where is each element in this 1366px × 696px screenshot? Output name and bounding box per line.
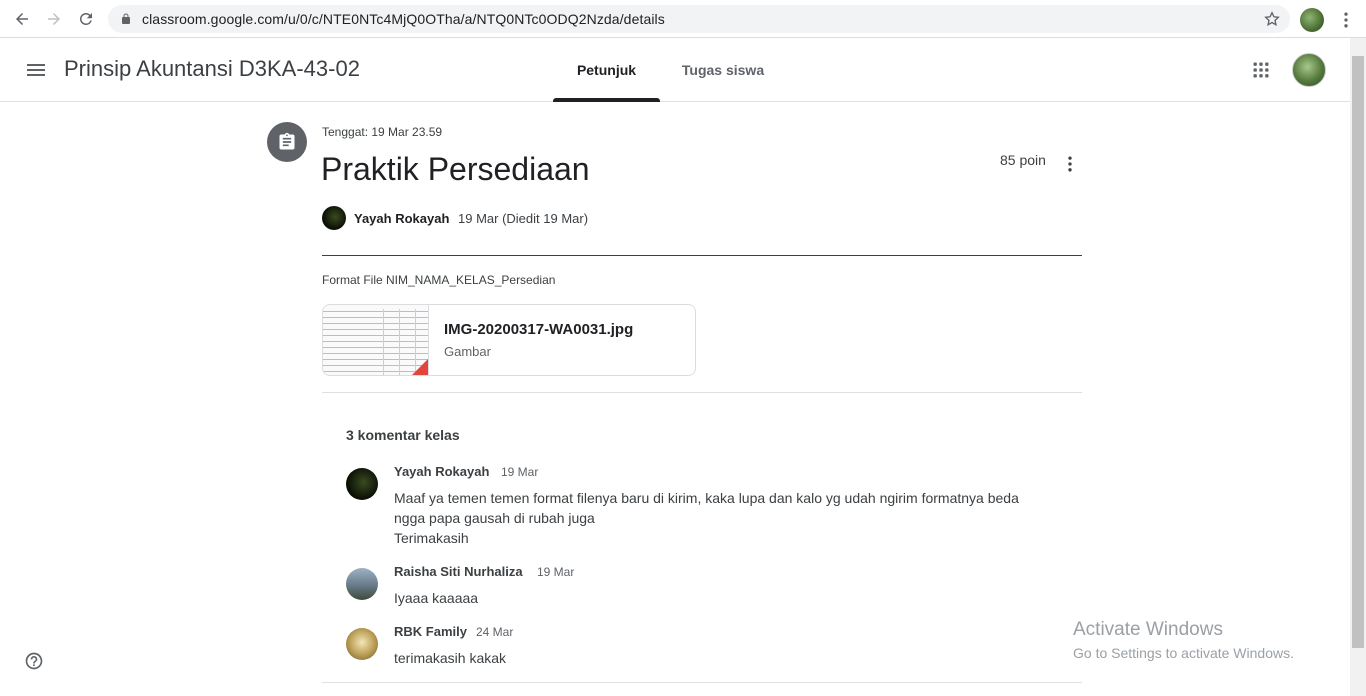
browser-menu-icon[interactable] bbox=[1336, 10, 1356, 30]
comment-line: Terimakasih bbox=[394, 530, 469, 546]
tab-instructions[interactable]: Petunjuk bbox=[553, 38, 660, 102]
image-file-icon bbox=[412, 359, 428, 375]
forward-button[interactable] bbox=[38, 3, 70, 35]
comment-text: Maaf ya temen temen format filenya baru … bbox=[394, 488, 1054, 548]
url-text[interactable]: classroom.google.com/u/0/c/NTE0NTc4MjQ0O… bbox=[142, 11, 665, 27]
lock-icon bbox=[122, 13, 130, 24]
back-button[interactable] bbox=[6, 3, 38, 35]
comment-line: Maaf ya temen temen format filenya baru … bbox=[394, 490, 1019, 506]
comment-date: 19 Mar bbox=[537, 565, 575, 579]
star-icon[interactable] bbox=[1264, 11, 1280, 27]
comment-item: Yayah Rokayah 19 Mar Maaf ya temen temen… bbox=[346, 464, 1066, 554]
more-vert-icon[interactable] bbox=[1060, 154, 1080, 174]
reload-icon bbox=[80, 12, 92, 25]
apps-grid-icon[interactable] bbox=[1251, 60, 1271, 80]
points-label: 85 poin bbox=[1000, 152, 1046, 168]
reload-button[interactable] bbox=[70, 3, 102, 35]
comment-author: Raisha Siti Nurhaliza bbox=[394, 564, 523, 579]
avatar bbox=[322, 206, 346, 230]
arrow-left-icon bbox=[16, 12, 28, 25]
attachment-type: Gambar bbox=[444, 344, 491, 359]
tab-label: Petunjuk bbox=[576, 62, 637, 78]
post-date: 19 Mar (Diedit 19 Mar) bbox=[458, 211, 589, 226]
section-divider bbox=[322, 392, 1082, 393]
avatar bbox=[346, 468, 378, 500]
comment-date: 24 Mar bbox=[476, 625, 514, 639]
watermark-title: Activate Windows bbox=[1073, 619, 1223, 640]
avatar bbox=[346, 628, 378, 660]
account-avatar[interactable] bbox=[1292, 53, 1326, 87]
comment-line: ngga papa gausah di rubah juga bbox=[394, 510, 595, 526]
instructions-text: Format File NIM_NAMA_KELAS_Persedian bbox=[322, 273, 556, 287]
hamburger-icon[interactable] bbox=[24, 58, 48, 82]
due-date: Tenggat: 19 Mar 23.59 bbox=[322, 125, 443, 139]
comment-text: Iyaaa kaaaaa bbox=[394, 588, 1054, 608]
comment-date: 19 Mar bbox=[501, 465, 539, 479]
windows-activation-watermark: Activate Windows Go to Settings to activ… bbox=[1073, 619, 1294, 661]
comment-line: terimakasih kakak bbox=[394, 650, 507, 666]
comment-item: RBK Family 24 Mar terimakasih kakak bbox=[346, 624, 1066, 668]
attachment-thumbnail[interactable] bbox=[323, 305, 429, 375]
watermark-subtitle: Go to Settings to activate Windows. bbox=[1073, 645, 1294, 661]
tab-student-work[interactable]: Tugas siswa bbox=[668, 38, 778, 102]
arrow-right-icon bbox=[48, 12, 60, 25]
comment-author: Yayah Rokayah bbox=[394, 464, 490, 479]
tab-label: Tugas siswa bbox=[681, 62, 765, 78]
comment-item: Raisha Siti Nurhaliza 19 Mar Iyaaa kaaaa… bbox=[346, 564, 1066, 608]
comment-text: terimakasih kakak bbox=[394, 648, 1054, 668]
attachment-name[interactable]: IMG-20200317-WA0031.jpg bbox=[444, 321, 633, 338]
assignment-title: Praktik Persediaan bbox=[321, 151, 590, 187]
header-divider bbox=[322, 255, 1082, 256]
comments-heading[interactable]: 3 komentar kelas bbox=[346, 427, 460, 443]
active-tab-indicator bbox=[553, 98, 660, 102]
section-divider bbox=[322, 682, 1082, 683]
avatar bbox=[346, 568, 378, 600]
page-scrollbar[interactable] bbox=[1350, 38, 1366, 696]
comment-author: RBK Family bbox=[394, 624, 467, 639]
scrollbar-thumb[interactable] bbox=[1352, 56, 1364, 648]
attachment-card[interactable]: IMG-20200317-WA0031.jpg Gambar bbox=[322, 304, 696, 376]
address-bar[interactable]: classroom.google.com/u/0/c/NTE0NTc4MjQ0O… bbox=[108, 5, 1290, 33]
browser-toolbar: classroom.google.com/u/0/c/NTE0NTc4MjQ0O… bbox=[0, 0, 1366, 38]
classroom-header: Prinsip Akuntansi D3KA-43-02 Petunjuk Tu… bbox=[0, 38, 1350, 102]
assignment-icon bbox=[267, 122, 307, 162]
author-name: Yayah Rokayah bbox=[354, 211, 450, 226]
class-title[interactable]: Prinsip Akuntansi D3KA-43-02 bbox=[64, 56, 360, 82]
comment-line: Iyaaa kaaaaa bbox=[394, 590, 479, 606]
help-icon[interactable] bbox=[24, 651, 44, 671]
browser-profile-avatar[interactable] bbox=[1300, 8, 1324, 32]
